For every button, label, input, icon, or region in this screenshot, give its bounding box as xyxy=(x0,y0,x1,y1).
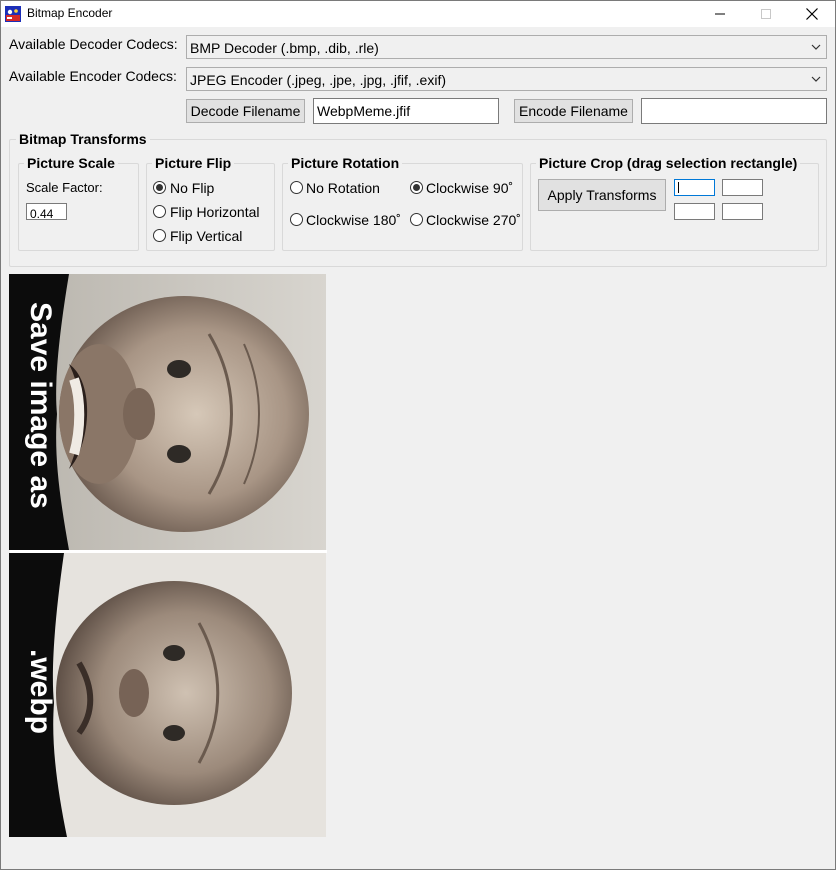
clockwise-270-radio[interactable] xyxy=(410,213,423,226)
encoder-codec-value: JPEG Encoder (.jpeg, .jpe, .jpg, .jfif, … xyxy=(190,72,446,88)
picture-flip-title: Picture Flip xyxy=(152,155,235,171)
flip-vertical-radio[interactable] xyxy=(153,229,166,242)
minimize-button[interactable] xyxy=(697,1,743,27)
picture-rotation-title: Picture Rotation xyxy=(288,155,403,171)
maximize-button[interactable] xyxy=(743,1,789,27)
apply-transforms-button[interactable]: Apply Transforms xyxy=(538,179,666,211)
text-cursor xyxy=(678,182,679,193)
window-title: Bitmap Encoder xyxy=(27,6,113,20)
caption-top-text: Save image as xyxy=(24,302,57,509)
clockwise-180-label[interactable]: Clockwise 180˚ xyxy=(306,212,401,228)
no-flip-label[interactable]: No Flip xyxy=(170,180,214,196)
crop-x-input[interactable] xyxy=(674,179,715,196)
flip-horizontal-radio[interactable] xyxy=(153,205,166,218)
decoder-codec-select[interactable]: BMP Decoder (.bmp, .dib, .rle) xyxy=(186,35,827,59)
crop-height-input[interactable] xyxy=(722,203,763,220)
bitmap-transforms-title: Bitmap Transforms xyxy=(16,131,150,147)
no-rotation-label[interactable]: No Rotation xyxy=(306,180,380,196)
encoder-codecs-label: Available Encoder Codecs: xyxy=(9,68,177,84)
title-bar[interactable]: Bitmap Encoder xyxy=(1,1,835,27)
chevron-down-icon xyxy=(811,76,821,82)
close-button[interactable] xyxy=(789,1,835,27)
decode-filename-input[interactable]: WebpMeme.jfif xyxy=(313,98,499,124)
preview-image-top[interactable]: Save image as xyxy=(9,274,326,550)
picture-scale-title: Picture Scale xyxy=(24,155,118,171)
encode-filename-input[interactable] xyxy=(641,98,827,124)
encode-filename-button[interactable]: Encode Filename xyxy=(514,99,633,123)
clockwise-90-radio[interactable] xyxy=(410,181,423,194)
preview-image-bottom[interactable]: .webp xyxy=(9,553,326,837)
decoder-codec-value: BMP Decoder (.bmp, .dib, .rle) xyxy=(190,40,379,56)
scale-factor-value: 0.44 xyxy=(30,207,54,221)
minimize-icon xyxy=(715,13,725,15)
bitmap-encoder-window: Bitmap Encoder Available Decoder Codecs:… xyxy=(0,0,836,870)
no-rotation-radio[interactable] xyxy=(290,181,303,194)
clockwise-270-label[interactable]: Clockwise 270˚ xyxy=(426,212,521,228)
flip-horizontal-label[interactable]: Flip Horizontal xyxy=(170,204,259,220)
encoder-codec-select[interactable]: JPEG Encoder (.jpeg, .jpe, .jpg, .jfif, … xyxy=(186,67,827,91)
maximize-icon xyxy=(761,9,771,19)
no-flip-radio[interactable] xyxy=(153,181,166,194)
decode-filename-button[interactable]: Decode Filename xyxy=(186,99,305,123)
scale-factor-label: Scale Factor: xyxy=(26,180,103,195)
close-icon xyxy=(806,8,818,20)
crop-y-input[interactable] xyxy=(722,179,763,196)
chevron-down-icon xyxy=(811,44,821,50)
caption-bottom-text: .webp xyxy=(24,649,57,735)
scale-factor-input[interactable]: 0.44 xyxy=(26,203,67,221)
picture-crop-title: Picture Crop (drag selection rectangle) xyxy=(536,155,801,171)
clockwise-90-label[interactable]: Clockwise 90˚ xyxy=(426,180,513,196)
flip-vertical-label[interactable]: Flip Vertical xyxy=(170,228,242,244)
decode-filename-value: WebpMeme.jfif xyxy=(317,103,411,119)
picture-rotation-group xyxy=(282,163,523,251)
clockwise-180-radio[interactable] xyxy=(290,213,303,226)
bitmap-app-icon xyxy=(5,6,21,22)
crop-width-input[interactable] xyxy=(674,203,715,220)
decoder-codecs-label: Available Decoder Codecs: xyxy=(9,36,178,52)
